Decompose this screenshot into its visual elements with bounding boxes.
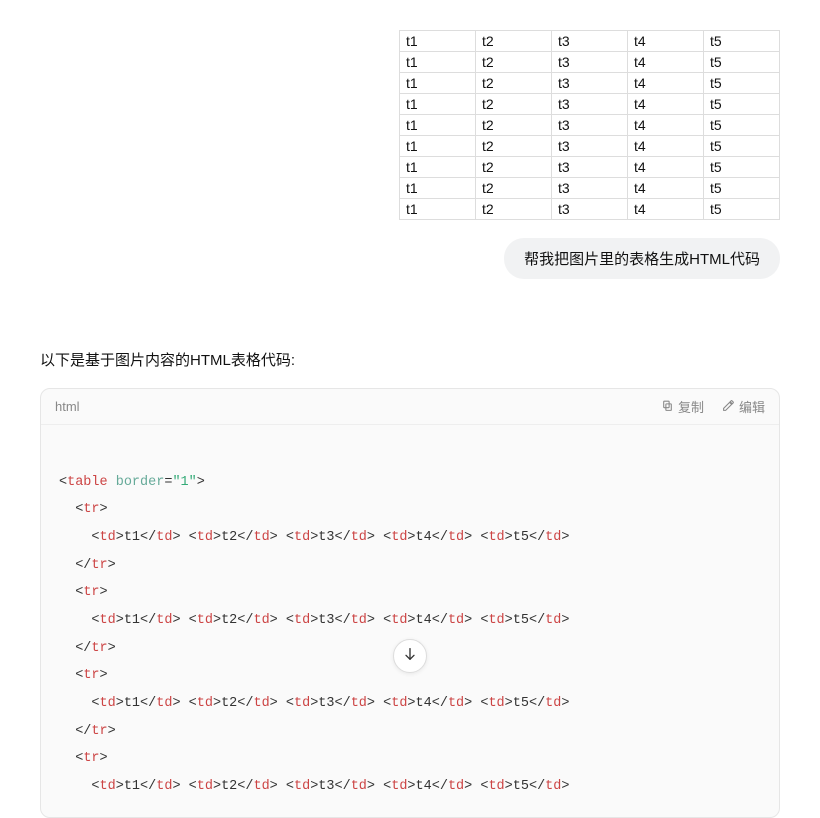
- table-cell: t3: [552, 136, 628, 157]
- table-cell: t1: [400, 94, 476, 115]
- code-line: <td>t1</td> <td>t2</td> <td>t3</td> <td>…: [59, 690, 761, 718]
- code-language-label: html: [55, 399, 80, 414]
- table-cell: t4: [628, 199, 704, 220]
- table-row: t1t2t3t4t5: [400, 31, 780, 52]
- scroll-to-bottom-button[interactable]: [393, 639, 427, 673]
- table-cell: t2: [476, 199, 552, 220]
- table-cell: t3: [552, 115, 628, 136]
- table-cell: t1: [400, 73, 476, 94]
- table-cell: t5: [704, 157, 780, 178]
- assistant-message-region: 以下是基于图片内容的HTML表格代码: html 复制 编辑: [0, 349, 820, 818]
- table-row: t1t2t3t4t5: [400, 73, 780, 94]
- table-cell: t3: [552, 199, 628, 220]
- edit-code-button[interactable]: 编辑: [722, 397, 765, 416]
- code-line: <tr>: [59, 579, 761, 607]
- table-cell: t5: [704, 199, 780, 220]
- user-attached-table: t1t2t3t4t5t1t2t3t4t5t1t2t3t4t5t1t2t3t4t5…: [399, 30, 780, 220]
- table-cell: t4: [628, 94, 704, 115]
- table-cell: t4: [628, 52, 704, 73]
- arrow-down-icon: [402, 646, 418, 667]
- code-line: </tr>: [59, 552, 761, 580]
- table-row: t1t2t3t4t5: [400, 136, 780, 157]
- table-row: t1t2t3t4t5: [400, 178, 780, 199]
- table-row: t1t2t3t4t5: [400, 115, 780, 136]
- table-cell: t1: [400, 115, 476, 136]
- code-line: </tr>: [59, 718, 761, 746]
- code-line: [59, 441, 761, 469]
- table-cell: t1: [400, 136, 476, 157]
- table-cell: t5: [704, 73, 780, 94]
- table-cell: t1: [400, 31, 476, 52]
- code-line: <table border="1">: [59, 469, 761, 497]
- table-cell: t4: [628, 136, 704, 157]
- table-cell: t1: [400, 178, 476, 199]
- table-cell: t2: [476, 31, 552, 52]
- table-row: t1t2t3t4t5: [400, 157, 780, 178]
- table-cell: t2: [476, 178, 552, 199]
- table-cell: t1: [400, 199, 476, 220]
- table-row: t1t2t3t4t5: [400, 199, 780, 220]
- code-block: html 复制 编辑 <table: [40, 388, 780, 818]
- chat-container: t1t2t3t4t5t1t2t3t4t5t1t2t3t4t5t1t2t3t4t5…: [0, 0, 820, 691]
- copy-code-button[interactable]: 复制: [661, 397, 704, 416]
- user-message-bubble: 帮我把图片里的表格生成HTML代码: [504, 238, 780, 279]
- table-cell: t1: [400, 157, 476, 178]
- code-line: <td>t1</td> <td>t2</td> <td>t3</td> <td>…: [59, 607, 761, 635]
- table-row: t1t2t3t4t5: [400, 94, 780, 115]
- table-cell: t4: [628, 73, 704, 94]
- code-line: <tr>: [59, 496, 761, 524]
- table-cell: t2: [476, 115, 552, 136]
- user-message-region: t1t2t3t4t5t1t2t3t4t5t1t2t3t4t5t1t2t3t4t5…: [0, 0, 820, 279]
- table-cell: t2: [476, 73, 552, 94]
- table-cell: t3: [552, 73, 628, 94]
- table-cell: t5: [704, 115, 780, 136]
- code-line: <td>t1</td> <td>t2</td> <td>t3</td> <td>…: [59, 524, 761, 552]
- table-cell: t4: [628, 157, 704, 178]
- table-cell: t4: [628, 31, 704, 52]
- edit-icon: [722, 399, 735, 415]
- table-cell: t5: [704, 136, 780, 157]
- code-body[interactable]: <table border="1"> <tr> <td>t1</td> <td>…: [41, 425, 779, 817]
- table-cell: t2: [476, 52, 552, 73]
- table-cell: t3: [552, 178, 628, 199]
- copy-label: 复制: [678, 397, 704, 416]
- table-cell: t2: [476, 94, 552, 115]
- table-cell: t5: [704, 52, 780, 73]
- table-row: t1t2t3t4t5: [400, 52, 780, 73]
- edit-label: 编辑: [739, 397, 765, 416]
- table-cell: t5: [704, 31, 780, 52]
- table-cell: t1: [400, 52, 476, 73]
- table-cell: t4: [628, 115, 704, 136]
- table-cell: t3: [552, 157, 628, 178]
- table-cell: t3: [552, 52, 628, 73]
- user-message-text: 帮我把图片里的表格生成HTML代码: [524, 251, 760, 268]
- copy-icon: [661, 399, 674, 415]
- table-cell: t3: [552, 31, 628, 52]
- table-cell: t5: [704, 94, 780, 115]
- table-cell: t3: [552, 94, 628, 115]
- code-header: html 复制 编辑: [41, 389, 779, 425]
- table-cell: t5: [704, 178, 780, 199]
- code-line: <td>t1</td> <td>t2</td> <td>t3</td> <td>…: [59, 773, 761, 801]
- table-cell: t4: [628, 178, 704, 199]
- table-cell: t2: [476, 157, 552, 178]
- assistant-intro-text: 以下是基于图片内容的HTML表格代码:: [40, 349, 780, 370]
- code-line: <tr>: [59, 745, 761, 773]
- table-cell: t2: [476, 136, 552, 157]
